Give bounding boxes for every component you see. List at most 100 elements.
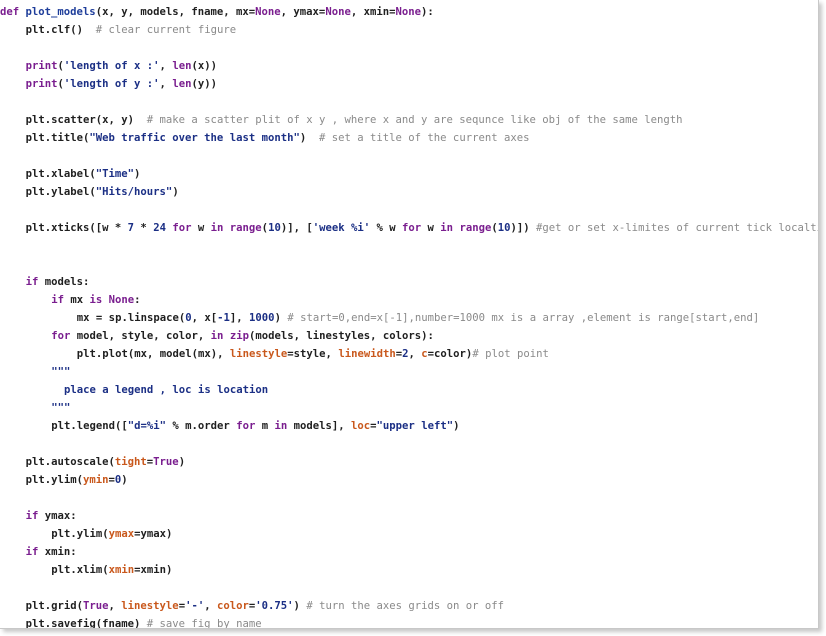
code-token: :	[134, 294, 141, 306]
code-token: w	[421, 222, 441, 234]
code-token: ],	[229, 312, 250, 324]
code-token: zip	[229, 330, 249, 342]
code-token: # turn the axes grids on or off	[306, 600, 505, 612]
code-token: ,	[108, 600, 122, 612]
code-token: is	[89, 294, 103, 306]
code-token: mx = sp.linspace(	[76, 312, 186, 324]
code-line: plt.grid(True, linestyle='-', color='0.7…	[0, 597, 818, 615]
code-token: m	[255, 420, 275, 432]
code-line: for model, style, color, in zip(models, …	[0, 327, 818, 345]
code-line: plt.autoscale(tight=True)	[0, 453, 818, 471]
code-token: print	[25, 60, 58, 72]
code-token: "d=%i"	[127, 420, 167, 432]
code-token: -1	[217, 312, 230, 324]
code-token: ymin	[83, 474, 109, 486]
code-token: #get or set x-limites of current tick lo…	[536, 222, 819, 234]
code-token: len	[172, 60, 192, 72]
code-token: ,	[204, 600, 217, 612]
code-token: models:	[38, 276, 90, 288]
code-line: if xmin:	[0, 543, 818, 561]
code-token: )	[453, 420, 460, 432]
code-token: '0.75'	[255, 600, 294, 612]
code-token: (y))	[191, 78, 217, 90]
code-line: plt.ylim(ymax=ymax)	[0, 525, 818, 543]
code-token: )	[178, 456, 186, 468]
code-line: def plot_models(x, y, models, fname, mx=…	[0, 3, 818, 21]
code-token: in	[210, 330, 224, 342]
screenshot-frame: def plot_models(x, y, models, fname, mx=…	[0, 0, 819, 629]
code-token: "Web traffic over the last month"	[89, 132, 300, 144]
code-token: plt.xticks([w *	[25, 222, 128, 234]
code-token: models],	[287, 420, 352, 432]
code-token: 'week %i'	[312, 222, 371, 234]
code-token: (x))	[191, 60, 217, 72]
code-token: ,	[408, 348, 422, 360]
code-token: if	[51, 294, 64, 306]
code-token: linestyle	[121, 600, 179, 612]
code-token: if	[25, 276, 39, 288]
code-line: plt.legend(["d=%i" % m.order for m in mo…	[0, 417, 818, 435]
code-token: ,	[159, 78, 173, 90]
code-token: (models, linestyles, colors):	[248, 330, 434, 342]
code-line: """	[0, 399, 818, 417]
code-token: # plot point	[472, 348, 549, 360]
code-token: % m.order	[166, 420, 237, 432]
code-token: # set a title of the current axes	[319, 132, 530, 144]
code-token: (x, y, models, fname, mx=	[95, 6, 256, 18]
code-token: model, style, color,	[70, 330, 211, 342]
code-token: def	[0, 6, 26, 18]
code-token: in	[210, 222, 224, 234]
code-token: None	[395, 6, 421, 18]
code-token: plt.xlim(	[51, 564, 109, 576]
code-token: )	[274, 312, 288, 324]
code-token: ,	[159, 60, 173, 72]
code-token: range	[229, 222, 262, 234]
code-token: )], [	[280, 222, 313, 234]
code-editor: def plot_models(x, y, models, fname, mx=…	[0, 3, 819, 629]
code-token: w	[191, 222, 211, 234]
code-token: for	[236, 420, 256, 432]
code-token: None	[108, 294, 135, 306]
code-token: linewidth	[338, 348, 396, 360]
code-line: """	[0, 363, 818, 381]
code-line: plt.xlabel("Time")	[0, 165, 818, 183]
code-token: )	[293, 600, 307, 612]
code-line: plt.ylabel("Hits/hours")	[0, 183, 818, 201]
code-token: print	[25, 78, 58, 90]
code-line: if models:	[0, 273, 818, 291]
code-token: plt.savefig(fname)	[25, 618, 147, 629]
code-line: if ymax:	[0, 507, 818, 525]
code-line: print('length of x :', len(x))	[0, 57, 818, 75]
code-token: for	[172, 222, 192, 234]
code-token: None	[325, 6, 351, 18]
code-token: plt.title(	[25, 132, 90, 144]
code-token: place a legend , loc is location	[64, 384, 269, 396]
code-line: plt.title("Web traffic over the last mon…	[0, 129, 818, 147]
code-line: place a legend , loc is location	[0, 381, 818, 399]
code-token: # save fig by name	[146, 618, 262, 629]
code-token: color	[216, 600, 249, 612]
code-token: # clear current figure	[95, 24, 237, 36]
code-token: )	[121, 474, 128, 486]
code-token: mx	[63, 294, 90, 306]
code-token: plt.ylabel(	[25, 186, 96, 198]
code-token: )	[172, 186, 179, 198]
code-token: len	[172, 78, 192, 90]
code-token: loc	[351, 420, 371, 432]
code-token: for	[402, 222, 422, 234]
code-token: ymax	[108, 528, 135, 540]
code-token: plt.grid(	[25, 600, 83, 612]
code-token: plot_models	[25, 6, 96, 18]
code-token: plt.ylim(	[25, 474, 83, 486]
code-token: =color)	[427, 348, 473, 360]
code-token: '-'	[185, 600, 205, 612]
code-token: for	[51, 330, 71, 342]
code-token: "upper left"	[376, 420, 454, 432]
